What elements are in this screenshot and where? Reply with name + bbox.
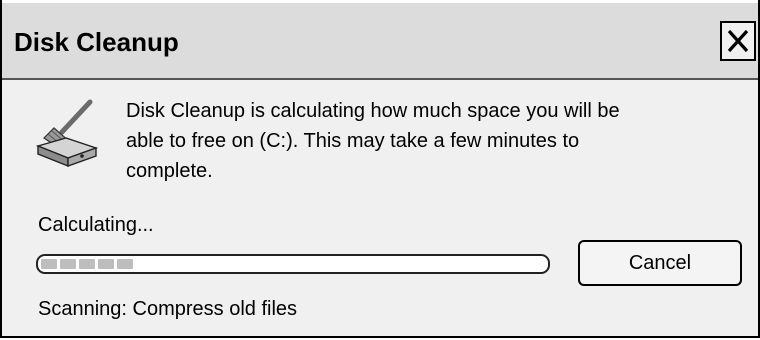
calculating-label: Calculating... [38, 214, 154, 236]
progress-chunk [60, 259, 76, 269]
progress-chunk [79, 259, 95, 269]
progress-chunk [41, 259, 57, 269]
title-bar[interactable]: Disk Cleanup [2, 0, 758, 80]
message-line: complete. [126, 160, 213, 182]
disk-cleanup-broom-icon [35, 99, 99, 168]
close-x-icon [727, 29, 749, 53]
window-title: Disk Cleanup [14, 27, 179, 57]
message-line: Disk Cleanup is calculating how much spa… [126, 100, 620, 122]
dialog-message: Disk Cleanup is calculating how much spa… [126, 96, 746, 186]
progress-chunk [117, 259, 133, 269]
cancel-button[interactable]: Cancel [578, 240, 742, 286]
close-button[interactable] [720, 21, 756, 61]
progress-chunk [98, 259, 114, 269]
scanning-status: Scanning: Compress old files [38, 298, 297, 321]
message-line: able to free on (C:). This may take a fe… [126, 130, 580, 152]
dialog-body: Disk Cleanup is calculating how much spa… [2, 80, 758, 336]
progress-bar [36, 254, 550, 274]
progress-fill [41, 259, 133, 269]
disk-cleanup-window: Disk Cleanup Disk Cleanup is calculating… [0, 0, 760, 338]
scanning-label: Scanning: [38, 298, 127, 320]
scanning-item: Compress old files [132, 298, 298, 320]
